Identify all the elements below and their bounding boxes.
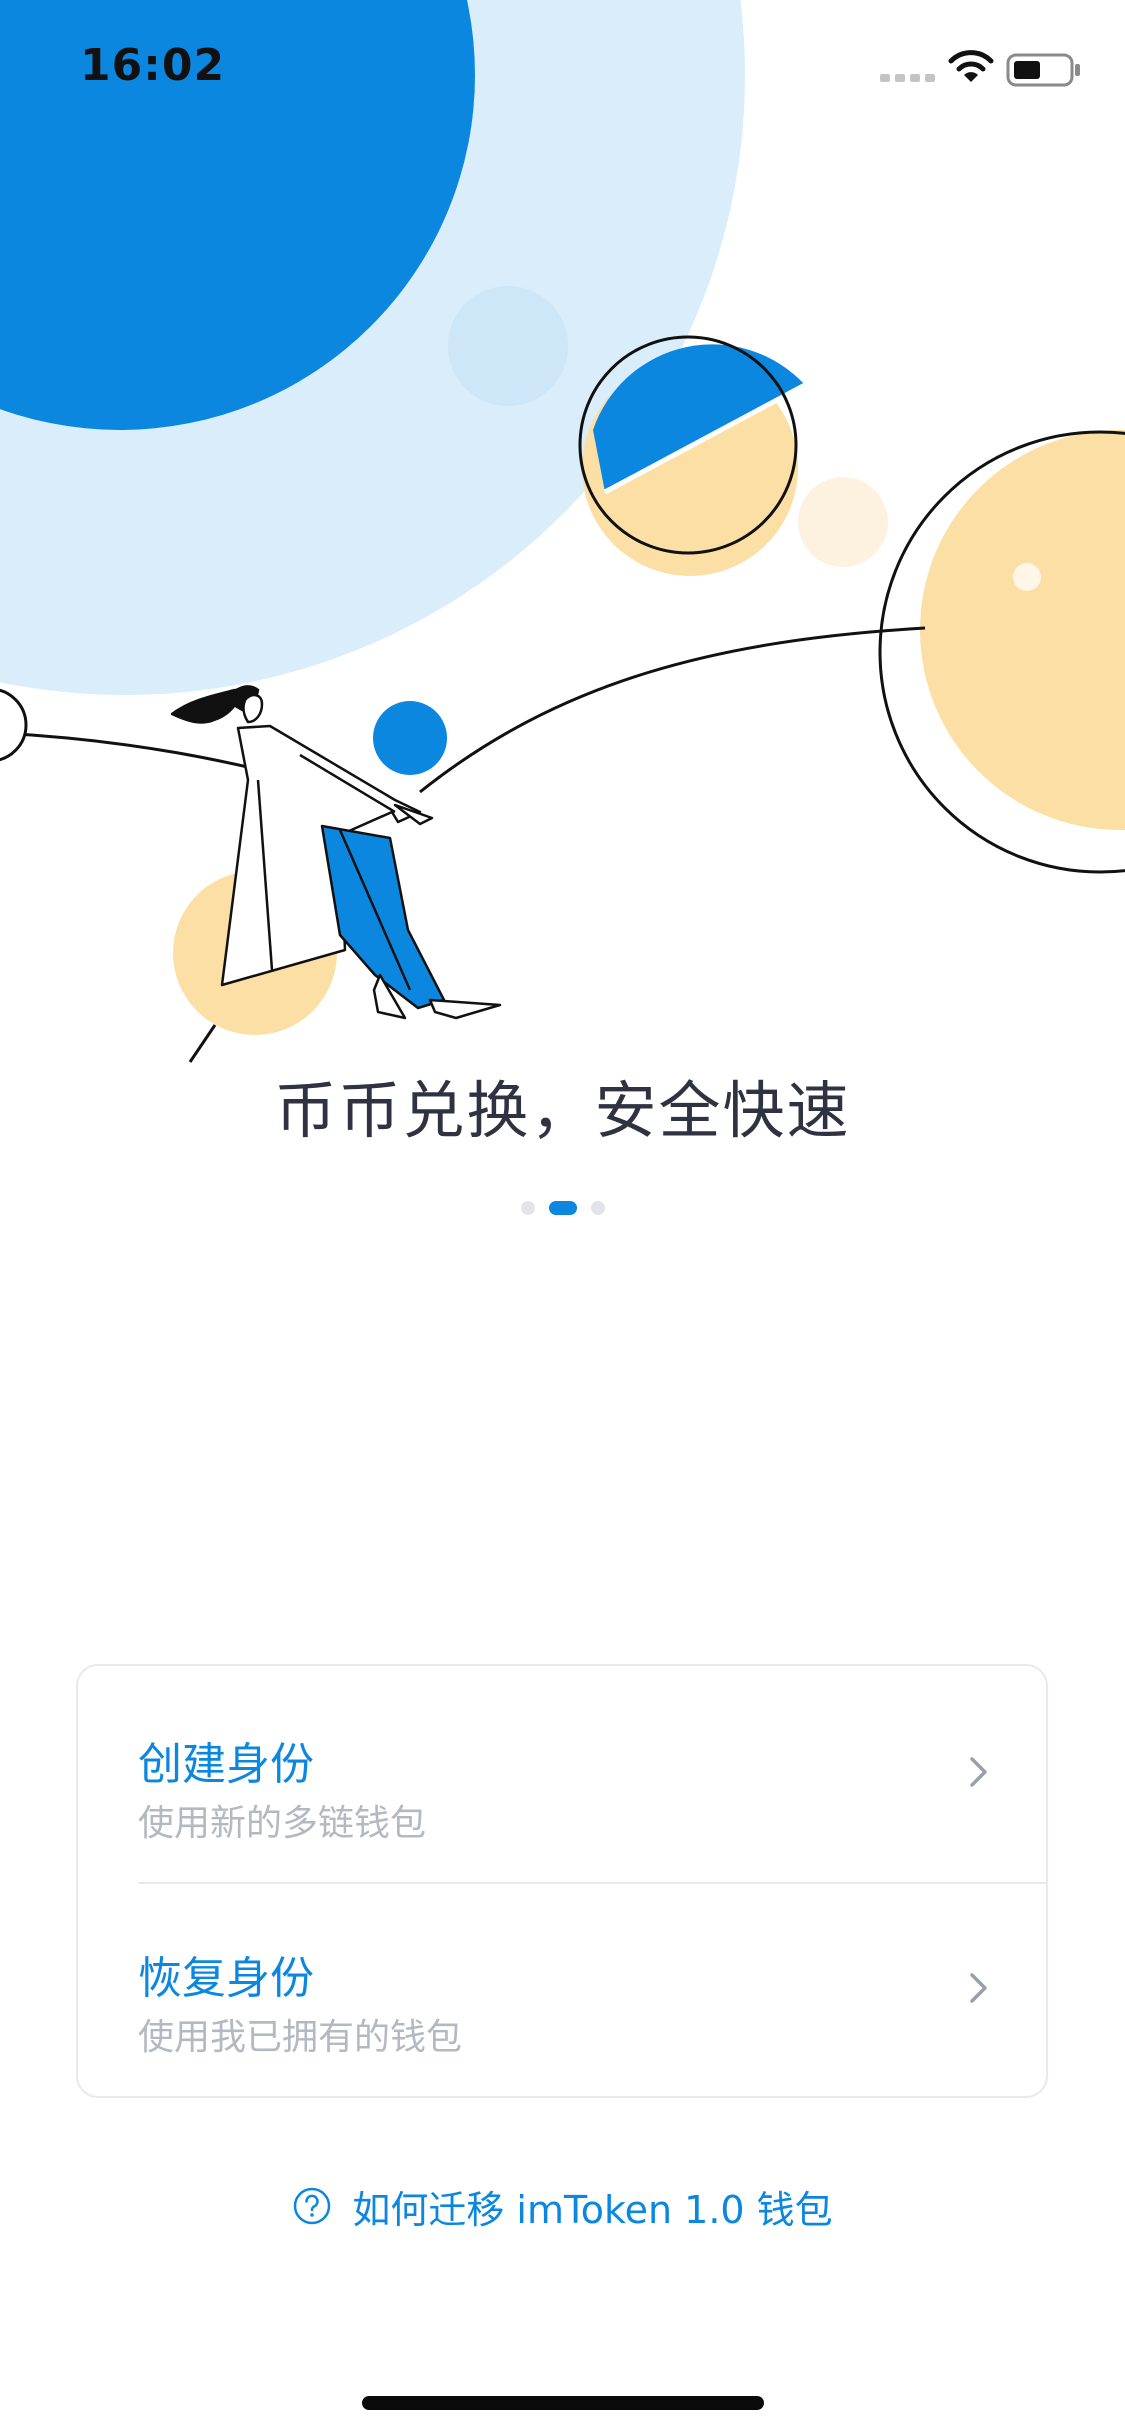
wifi-icon [948, 50, 994, 82]
stick-line [188, 1024, 217, 1063]
restore-identity-button[interactable]: 恢复身份 使用我已拥有的钱包 [78, 1882, 1046, 2098]
status-bar: 16:02 [0, 0, 1125, 140]
create-identity-title: 创建身份 [138, 1739, 314, 1790]
faint-circle [448, 286, 568, 406]
migrate-help-link[interactable]: 如何迁移 imToken 1.0 钱包 [0, 2176, 1125, 2236]
restore-identity-title: 恢复身份 [138, 1953, 314, 2004]
left-edge-circle [0, 688, 28, 762]
identity-action-card: 创建身份 使用新的多链钱包 恢复身份 使用我已拥有的钱包 [76, 1664, 1048, 2098]
page-dot-3[interactable] [590, 1201, 605, 1215]
hero-illustration [0, 0, 1125, 1063]
onboarding-screen: 16:02 币币兑换，安全快速 创建身份 使用新的多链钱包 恢复身份 使用我已拥… [0, 0, 1125, 2436]
create-identity-subtitle: 使用新的多链钱包 [138, 1803, 427, 1844]
page-dot-1[interactable] [520, 1201, 535, 1215]
page-indicator[interactable] [0, 1198, 1125, 1218]
page-dot-2-active[interactable] [548, 1201, 577, 1215]
create-identity-button[interactable]: 创建身份 使用新的多链钱包 [78, 1666, 1046, 1882]
slide-title: 币币兑换，安全快速 [274, 1074, 851, 1147]
peach-dot [798, 477, 888, 567]
blue-dot [373, 701, 447, 775]
migrate-help-label: 如何迁移 imToken 1.0 钱包 [352, 2187, 833, 2232]
status-time: 16:02 [80, 40, 226, 91]
signal-icon [880, 74, 935, 82]
chevron-right-icon [970, 1973, 987, 2003]
battery-icon [1006, 53, 1080, 87]
right-planet [878, 430, 1125, 874]
restore-identity-subtitle: 使用我已拥有的钱包 [138, 2017, 463, 2058]
chevron-right-icon [970, 1757, 987, 1787]
help-icon [294, 2187, 331, 2225]
home-indicator[interactable] [362, 2396, 764, 2410]
